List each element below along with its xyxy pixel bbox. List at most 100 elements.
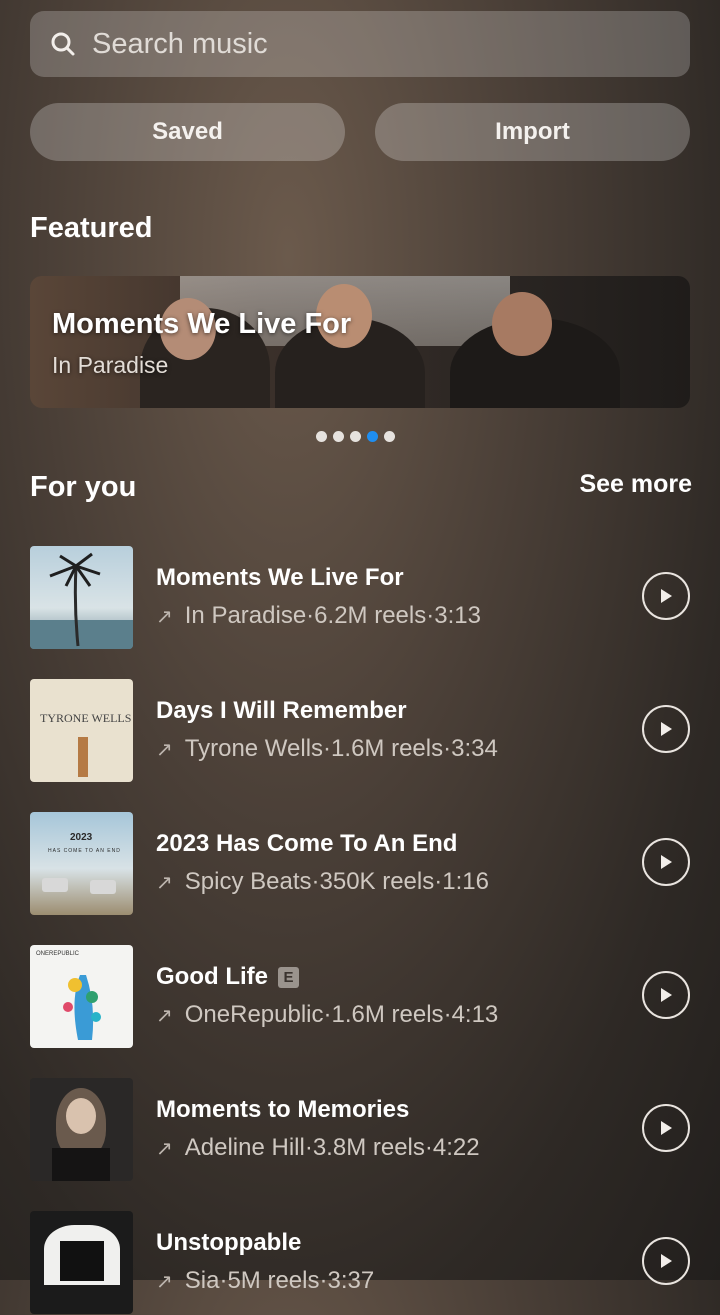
track-reels: 350K reels bbox=[319, 868, 435, 895]
search-input[interactable] bbox=[90, 26, 654, 62]
album-art-car bbox=[42, 878, 68, 892]
track-reels: 3.8M reels bbox=[312, 1134, 425, 1161]
separator: · bbox=[434, 868, 443, 895]
album-art-text: ONEREPUBLIC bbox=[36, 951, 80, 957]
track-meta: ↗ OneRepublic · 1.6M reels · 4:13 bbox=[156, 1001, 498, 1029]
see-more-link[interactable]: See more bbox=[579, 470, 692, 499]
separator: · bbox=[311, 868, 320, 895]
album-art-guitar bbox=[78, 737, 88, 777]
track-duration: 3:37 bbox=[327, 1267, 375, 1294]
track-title: Good Life E bbox=[156, 963, 299, 991]
trend-arrow-icon: ↗ bbox=[156, 1137, 173, 1160]
separator: · bbox=[424, 1134, 433, 1161]
play-icon bbox=[661, 589, 672, 603]
explicit-badge: E bbox=[277, 967, 299, 988]
track-duration: 3:34 bbox=[451, 735, 498, 762]
album-art-caption: HAS COME TO AN END bbox=[48, 848, 121, 854]
track-meta: ↗ In Paradise · 6.2M reels · 3:13 bbox=[156, 602, 481, 630]
trend-arrow-icon: ↗ bbox=[156, 738, 173, 761]
banner-title: Moments We Live For bbox=[52, 308, 352, 340]
track-title: 2023 Has Come To An End bbox=[156, 830, 458, 857]
track-row[interactable]: Moments to Memories ↗ Adeline Hill · 3.8… bbox=[30, 1078, 690, 1182]
track-artist: Adeline Hill bbox=[184, 1134, 305, 1161]
track-duration: 1:16 bbox=[442, 868, 489, 895]
pager-dot[interactable] bbox=[333, 431, 344, 442]
track-artist: OneRepublic bbox=[184, 1001, 324, 1028]
banner-face bbox=[492, 292, 552, 356]
track-artist: Sia bbox=[184, 1267, 220, 1294]
play-button[interactable] bbox=[642, 572, 690, 620]
track-row[interactable]: 2023 HAS COME TO AN END 2023 Has Come To… bbox=[30, 812, 690, 916]
play-button[interactable] bbox=[642, 705, 690, 753]
track-title: Moments to Memories bbox=[156, 1096, 410, 1123]
trend-arrow-icon: ↗ bbox=[156, 871, 173, 894]
search-icon bbox=[51, 32, 75, 56]
track-row[interactable]: TYRONE WELLS Days I Will Remember ↗ Tyro… bbox=[30, 679, 690, 783]
track-row[interactable]: Moments We Live For ↗ In Paradise · 6.2M… bbox=[30, 546, 690, 650]
album-art-shoulders bbox=[52, 1148, 110, 1181]
track-title: Moments We Live For bbox=[156, 564, 404, 591]
separator: · bbox=[219, 1267, 228, 1294]
track-row[interactable]: ONEREPUBLIC Good Life E ↗ OneRepublic · 1… bbox=[30, 945, 690, 1049]
album-art-hair-dark bbox=[60, 1241, 104, 1281]
album-art: ONEREPUBLIC bbox=[30, 945, 133, 1048]
track-meta: ↗ Adeline Hill · 3.8M reels · 4:22 bbox=[156, 1134, 480, 1162]
play-icon bbox=[661, 1254, 672, 1268]
trend-arrow-icon: ↗ bbox=[156, 1004, 173, 1027]
separator: · bbox=[323, 1001, 332, 1028]
import-button[interactable]: Import bbox=[375, 103, 690, 161]
play-button[interactable] bbox=[642, 838, 690, 886]
album-art-text: TYRONE WELLS bbox=[40, 711, 132, 725]
pager-dot-active[interactable] bbox=[367, 431, 378, 442]
separator: · bbox=[319, 1267, 328, 1294]
track-artist: In Paradise bbox=[184, 602, 307, 629]
pager-dot[interactable] bbox=[384, 431, 395, 442]
play-icon bbox=[661, 722, 672, 736]
track-duration: 4:22 bbox=[432, 1134, 480, 1161]
saved-button[interactable]: Saved bbox=[30, 103, 345, 161]
track-title-text: Good Life bbox=[156, 963, 268, 990]
album-art-year: 2023 bbox=[70, 832, 93, 843]
featured-heading: Featured bbox=[30, 212, 153, 244]
play-icon bbox=[661, 1121, 672, 1135]
trend-arrow-icon: ↗ bbox=[156, 605, 173, 628]
separator: · bbox=[323, 735, 332, 762]
separator: · bbox=[443, 1001, 452, 1028]
play-icon bbox=[661, 855, 672, 869]
track-meta: ↗ Sia · 5M reels · 3:37 bbox=[156, 1267, 374, 1295]
track-title: Days I Will Remember bbox=[156, 697, 407, 724]
separator: · bbox=[306, 602, 315, 629]
play-button[interactable] bbox=[642, 1237, 690, 1285]
album-art: TYRONE WELLS bbox=[30, 679, 133, 782]
separator: · bbox=[443, 735, 452, 762]
featured-banner[interactable]: Moments We Live For In Paradise bbox=[30, 276, 690, 408]
album-art bbox=[30, 1211, 133, 1314]
track-title: Unstoppable bbox=[156, 1229, 302, 1256]
carousel-pager[interactable] bbox=[316, 431, 395, 442]
track-artist: Tyrone Wells bbox=[184, 735, 324, 762]
separator: · bbox=[426, 602, 435, 629]
album-art-car bbox=[90, 880, 116, 894]
pager-dot[interactable] bbox=[350, 431, 361, 442]
play-button[interactable] bbox=[642, 971, 690, 1019]
track-reels: 1.6M reels bbox=[331, 1001, 444, 1028]
album-art: 2023 HAS COME TO AN END bbox=[30, 812, 133, 915]
trend-arrow-icon: ↗ bbox=[156, 1270, 173, 1293]
banner-subtitle: In Paradise bbox=[52, 352, 169, 378]
track-artist: Spicy Beats bbox=[184, 868, 312, 895]
track-meta: ↗ Spicy Beats · 350K reels · 1:16 bbox=[156, 868, 489, 896]
album-art bbox=[30, 546, 133, 649]
track-reels: 5M reels bbox=[227, 1267, 320, 1294]
track-reels: 6.2M reels bbox=[314, 602, 427, 629]
track-row[interactable]: Unstoppable ↗ Sia · 5M reels · 3:37 bbox=[30, 1211, 690, 1315]
search-bar[interactable] bbox=[30, 11, 690, 77]
track-reels: 1.6M reels bbox=[331, 735, 444, 762]
separator: · bbox=[304, 1134, 313, 1161]
pager-dot[interactable] bbox=[316, 431, 327, 442]
for-you-heading: For you bbox=[30, 471, 137, 503]
album-art-face bbox=[66, 1098, 96, 1134]
play-button[interactable] bbox=[642, 1104, 690, 1152]
track-duration: 3:13 bbox=[434, 602, 481, 629]
play-icon bbox=[661, 988, 672, 1002]
album-art bbox=[30, 1078, 133, 1181]
